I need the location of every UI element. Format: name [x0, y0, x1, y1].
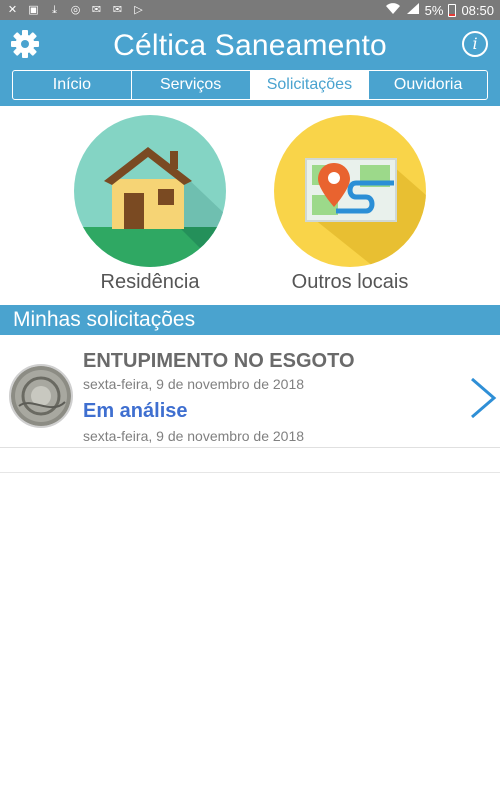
status-badge: Em análise — [83, 400, 188, 422]
battery-percent: 5% — [424, 2, 444, 18]
category-residencia[interactable]: Residência — [65, 115, 235, 294]
system-indicators: 5% 08:50 — [385, 2, 494, 18]
info-icon[interactable]: i — [462, 31, 488, 57]
clock: 08:50 — [461, 2, 494, 18]
status-bar: ✕ ▣ ⤓ ◎ ✉ ✉ ▷ 5% 08:50 — [0, 0, 500, 20]
section-title: Minhas solicitações — [0, 305, 500, 335]
request-title: ENTUPIMENTO NO ESGOTO — [83, 350, 355, 372]
tab-bar: Início Serviços Solicitações Ouvidoria — [12, 70, 488, 100]
house-icon — [74, 115, 226, 267]
tab-servicos[interactable]: Serviços — [132, 71, 251, 99]
map-pin-icon — [274, 115, 426, 267]
wifi-icon — [385, 2, 401, 18]
chevron-right-icon[interactable] — [468, 376, 498, 420]
download-icon: ⤓ — [52, 4, 57, 16]
play-store-icon: ▷ — [134, 4, 143, 16]
request-date: sexta-feira, 9 de novembro de 2018 — [83, 376, 305, 392]
battery-icon — [448, 3, 457, 17]
cast-icon: ◎ — [70, 4, 81, 16]
status-date: sexta-feira, 9 de novembro de 2018 — [83, 428, 305, 444]
tab-inicio[interactable]: Início — [13, 71, 132, 99]
request-photo — [9, 364, 73, 428]
signal-icon — [406, 2, 420, 18]
tools-icon: ✕ — [7, 4, 18, 16]
divider — [0, 472, 500, 473]
notification-icons: ✕ ▣ ⤓ ◎ ✉ ✉ ▷ — [6, 4, 145, 16]
app-title: Céltica Saneamento — [113, 29, 387, 62]
image-icon: ▣ — [28, 4, 39, 16]
mail-icon: ✉ — [112, 4, 123, 16]
category-label: Residência — [100, 271, 200, 293]
mail-icon: ✉ — [91, 4, 102, 16]
category-outros-locais[interactable]: Outros locais — [265, 115, 435, 294]
tab-solicitacoes[interactable]: Solicitações — [250, 71, 370, 99]
category-label: Outros locais — [291, 271, 409, 293]
app-header: Céltica Saneamento i Início Serviços Sol… — [0, 20, 500, 106]
tab-ouvidoria[interactable]: Ouvidoria — [369, 71, 487, 99]
list-item[interactable]: ENTUPIMENTO NO ESGOTO sexta-feira, 9 de … — [0, 336, 500, 448]
